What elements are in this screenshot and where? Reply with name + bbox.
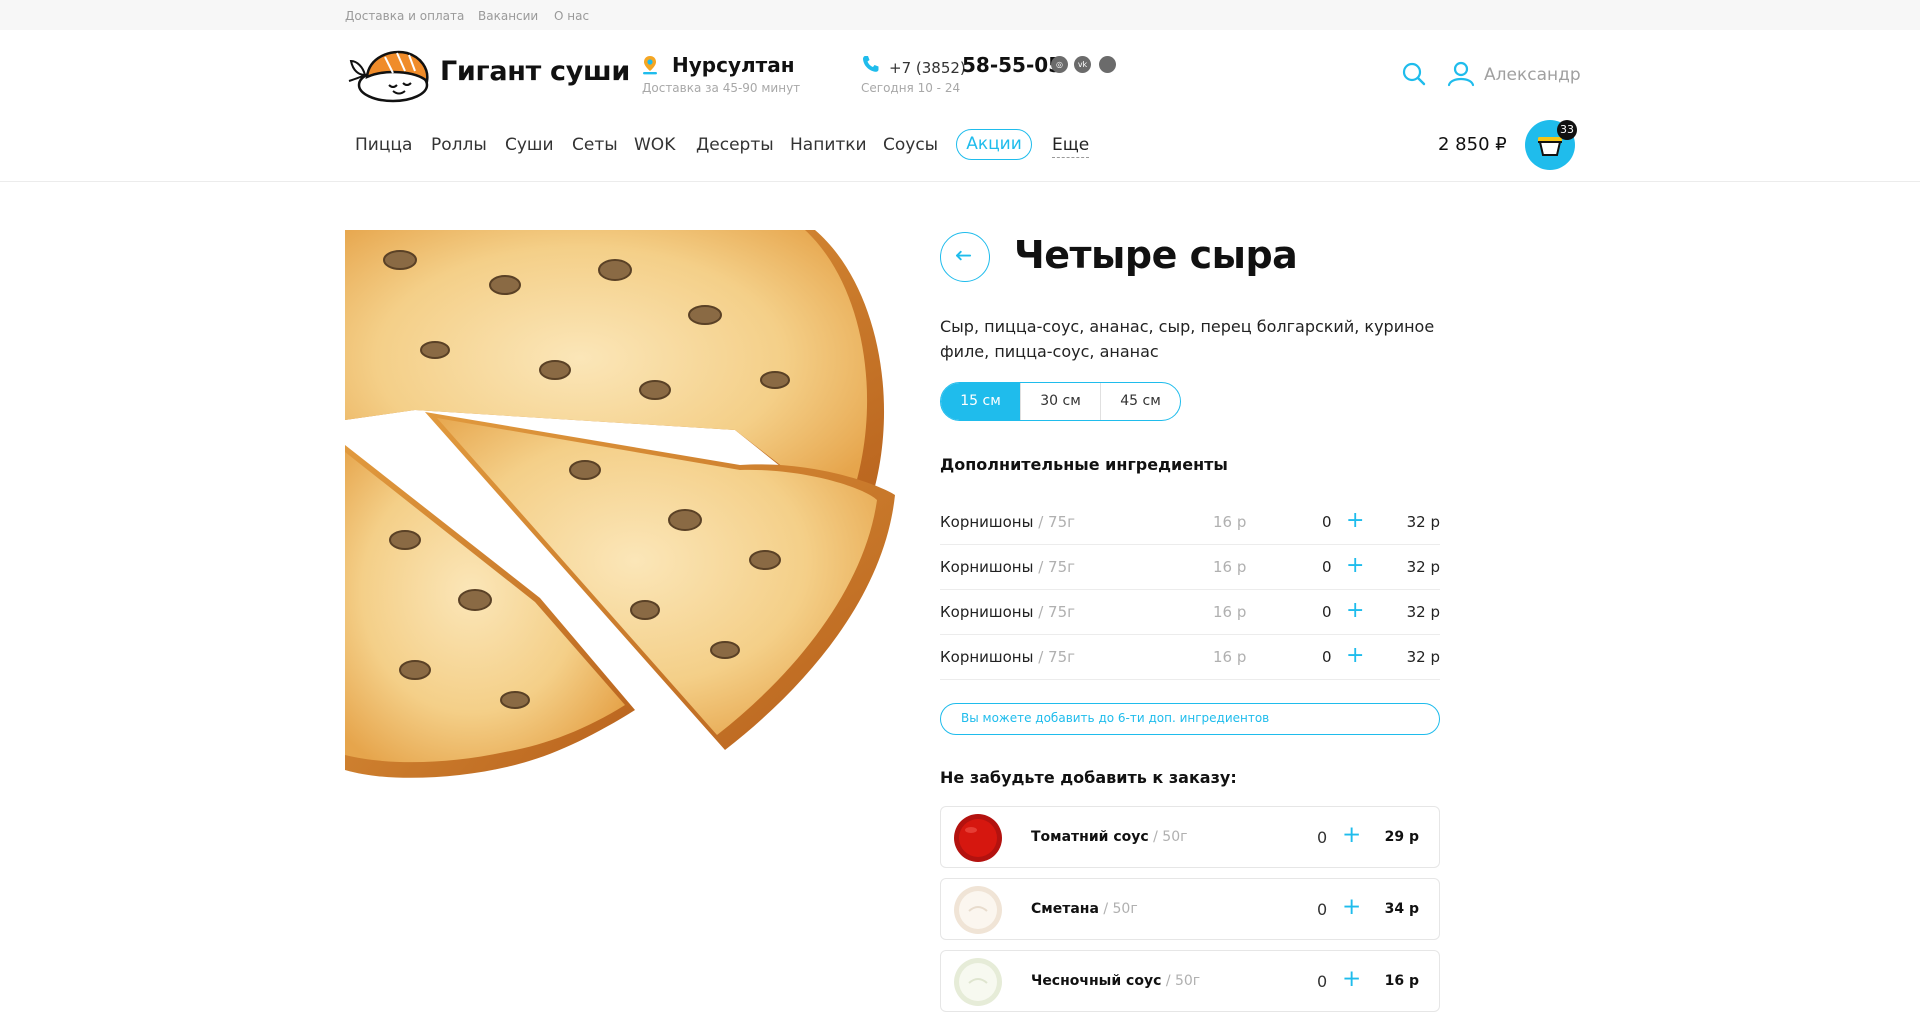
phone-code: +7 (3852)	[889, 59, 966, 77]
ingredient-weight: / 75г	[1033, 513, 1076, 531]
nav-item-sets[interactable]: Сеты	[572, 135, 618, 155]
tomato-sauce-image	[954, 814, 1002, 862]
nav-item-pizza[interactable]: Пицца	[355, 135, 412, 155]
nav-more-dropdown[interactable]: Еще	[1052, 135, 1090, 158]
size-option-15[interactable]: 15 см	[941, 383, 1021, 420]
plus-icon[interactable]: +	[1342, 894, 1361, 920]
size-option-45[interactable]: 45 см	[1101, 383, 1180, 420]
plus-icon[interactable]: +	[1346, 508, 1364, 533]
phone-icon	[863, 56, 879, 72]
cart-total[interactable]: 2 850 ₽	[1438, 134, 1507, 155]
upsell-name: Сметана	[1031, 901, 1099, 917]
plus-icon[interactable]: +	[1342, 822, 1361, 848]
city-selector[interactable]: Нурсултан	[672, 53, 795, 77]
ingredient-qty: 0	[1322, 558, 1332, 576]
user-icon[interactable]	[1447, 61, 1475, 87]
nav-item-sauces[interactable]: Соусы	[883, 135, 938, 155]
top-link-jobs[interactable]: Вакансии	[478, 9, 538, 23]
nav-item-wok[interactable]: WOK	[634, 135, 675, 155]
top-link-about[interactable]: О нас	[554, 9, 589, 23]
product-description: Сыр, пицца-соус, ананас, сыр, перец болг…	[940, 317, 1435, 361]
plus-icon[interactable]: +	[1346, 598, 1364, 623]
upsell-item: Томатний соус / 50г 0 + 29 р	[940, 806, 1440, 868]
header-divider	[0, 181, 1920, 182]
upsell-qty: 0	[1317, 972, 1328, 991]
ingredient-price: 16 р	[1213, 513, 1247, 531]
upsell-item: Сметана / 50г 0 + 34 р	[940, 878, 1440, 940]
upsell-price: 34 р	[1384, 901, 1419, 917]
upsell-weight: / 50г	[1098, 901, 1138, 917]
vk-icon[interactable]: vk	[1074, 56, 1091, 73]
upsell-name: Чесночный соус	[1031, 973, 1162, 989]
ingredient-row: Корнишоны / 75г 16 р 0 + 32 р	[940, 635, 1440, 680]
search-icon[interactable]	[1402, 62, 1426, 86]
ingredient-price: 16 р	[1213, 558, 1247, 576]
top-utility-bar: Доставка и оплата Вакансии О нас	[0, 0, 1920, 30]
nav-item-promo[interactable]: Акции	[956, 129, 1032, 160]
ingredient-row: Корнишоны / 75г 16 р 0 + 32 р	[940, 590, 1440, 635]
instagram-icon[interactable]: ◎	[1051, 56, 1068, 73]
delivery-time: Доставка за 45-90 минут	[642, 81, 801, 95]
product-image	[345, 230, 895, 778]
nav-item-drinks[interactable]: Напитки	[790, 135, 867, 155]
ingredient-total: 32 р	[1406, 558, 1440, 576]
location-pin-icon	[643, 56, 657, 75]
ingredients-limit-note: Вы можете добавить до 6-ти доп. ингредие…	[940, 703, 1440, 735]
ingredient-weight: / 75г	[1033, 603, 1076, 621]
ingredient-row: Корнишоны / 75г 16 р 0 + 32 р	[940, 545, 1440, 590]
size-selector: 15 см 30 см 45 см	[940, 382, 1181, 421]
plus-icon[interactable]: +	[1346, 643, 1364, 668]
user-name[interactable]: Александр	[1484, 65, 1581, 85]
ingredient-total: 32 р	[1406, 513, 1440, 531]
ingredient-name: Корнишоны	[940, 558, 1034, 576]
ingredient-qty: 0	[1322, 513, 1332, 531]
upsell-title: Не забудьте добавить к заказу:	[940, 768, 1237, 787]
nav-item-rolls[interactable]: Роллы	[431, 135, 487, 155]
ingredient-name: Корнишоны	[940, 513, 1034, 531]
ingredient-total: 32 р	[1406, 648, 1440, 666]
extras-title: Дополнительные ингредиенты	[940, 455, 1228, 474]
ingredient-total: 32 р	[1406, 603, 1440, 621]
upsell-name: Томатний соус	[1031, 829, 1149, 845]
back-button[interactable]	[940, 232, 990, 282]
ingredient-row: Корнишоны / 75г 16 р 0 + 32 р	[940, 500, 1440, 545]
social-icon[interactable]	[1099, 56, 1116, 73]
ingredient-name: Корнишоны	[940, 648, 1034, 666]
top-link-delivery[interactable]: Доставка и оплата	[345, 9, 464, 23]
upsell-weight: / 50г	[1148, 829, 1188, 845]
size-option-30[interactable]: 30 см	[1021, 383, 1101, 420]
phone-number[interactable]: 58-55-05	[962, 53, 1062, 77]
ingredient-price: 16 р	[1213, 648, 1247, 666]
plus-icon[interactable]: +	[1346, 553, 1364, 578]
garlic-sauce-image	[954, 958, 1002, 1006]
brand-name[interactable]: Гигант суши	[440, 56, 630, 87]
upsell-weight: / 50г	[1161, 973, 1201, 989]
nav-item-desserts[interactable]: Десерты	[696, 135, 774, 155]
nav-item-sushi[interactable]: Суши	[505, 135, 554, 155]
upsell-qty: 0	[1317, 828, 1328, 847]
upsell-price: 29 р	[1384, 829, 1419, 845]
arrow-left-icon	[956, 250, 972, 261]
ingredient-qty: 0	[1322, 648, 1332, 666]
logo-icon[interactable]	[345, 47, 437, 103]
plus-icon[interactable]: +	[1342, 966, 1361, 992]
upsell-item: Чесночный соус / 50г 0 + 16 р	[940, 950, 1440, 1012]
working-hours: Сегодня 10 - 24	[861, 81, 961, 95]
sour-cream-image	[954, 886, 1002, 934]
ingredient-qty: 0	[1322, 603, 1332, 621]
upsell-price: 16 р	[1384, 973, 1419, 989]
upsell-qty: 0	[1317, 900, 1328, 919]
ingredient-weight: / 75г	[1033, 558, 1076, 576]
ingredient-weight: / 75г	[1033, 648, 1076, 666]
ingredient-name: Корнишоны	[940, 603, 1034, 621]
ingredient-price: 16 р	[1213, 603, 1247, 621]
cart-count-badge: 33	[1557, 120, 1577, 140]
product-title: Четыре сыра	[1014, 233, 1298, 277]
